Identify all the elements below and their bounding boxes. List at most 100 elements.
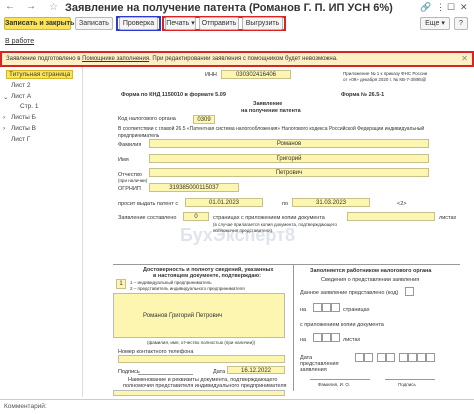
tree-item-sheet-a[interactable]: Лист А: [11, 93, 31, 100]
sheet-tree: Титульная страница Лист 2 ⌄ Лист А Стр. …: [0, 67, 83, 397]
assistant-link[interactable]: Помощнике заполнения: [82, 56, 149, 62]
date-cell-7[interactable]: [417, 353, 426, 362]
fio-line: [310, 379, 370, 380]
composed-mid: страницах с приложением копии документа: [213, 215, 325, 221]
save-and-close-button[interactable]: Записать и закрыть: [4, 17, 74, 30]
fio-note: (фамилия, имя, отчество полностью (при н…: [147, 340, 256, 345]
patronymic-field[interactable]: Петрович: [149, 168, 429, 177]
tax-code-field[interactable]: 0309: [193, 115, 215, 124]
alert-banner: Заявление подготовлено в Помощнике запол…: [0, 51, 474, 67]
date-cell-3[interactable]: [377, 353, 386, 362]
right-col-title: Заполняется работником налогового органа: [310, 268, 432, 274]
form-number: Форма № 26.5-1: [341, 92, 385, 98]
tree-item-title-page[interactable]: Титульная страница: [6, 70, 74, 79]
signer-type-field[interactable]: 1: [116, 279, 126, 289]
date-cell-6[interactable]: [408, 353, 417, 362]
chevron-right-icon: ›: [3, 125, 6, 132]
date-cell-1[interactable]: [355, 353, 364, 362]
inn-field[interactable]: 030302416406: [221, 70, 291, 79]
title-bar: ← → ☆ Заявление на получение патента (Ро…: [0, 0, 474, 17]
composed-pages-field[interactable]: 0: [183, 212, 209, 221]
phone-field[interactable]: [118, 355, 285, 363]
on-label-2: на: [300, 337, 307, 343]
date-cell-2[interactable]: [364, 353, 373, 362]
back-arrow-icon[interactable]: ←: [5, 1, 15, 12]
tree-expander-b[interactable]: ›: [3, 114, 5, 121]
signer-opt-2: 2 – представитель индивидуального предпр…: [130, 286, 245, 291]
tree-item-sheets-b[interactable]: Листы Б: [11, 114, 36, 121]
tree-expander-v[interactable]: ›: [3, 125, 5, 132]
form-page: БухЭксперт8 ИНН 030302416406 Приложение …: [85, 67, 474, 397]
pages-label: страницах: [343, 307, 370, 313]
name-field[interactable]: Григорий: [149, 154, 429, 163]
chevron-down-icon: ⌄: [3, 94, 9, 101]
left-col-title-2: в настоящем документе, подтверждаю:: [153, 273, 261, 279]
more-button[interactable]: Еще ▾: [420, 17, 450, 30]
tree-item-sheets-v[interactable]: Листы В: [11, 125, 36, 132]
upload-button[interactable]: Выгрузить: [242, 17, 283, 30]
pages-cell-3[interactable]: [331, 303, 340, 312]
comment-bar[interactable]: Комментарий:: [0, 399, 474, 414]
period-to-field[interactable]: 31.03.2023: [292, 198, 370, 207]
sheets-cell-2[interactable]: [322, 333, 331, 342]
status-link[interactable]: В работе: [5, 38, 34, 45]
print-button[interactable]: Печать ▾: [165, 17, 196, 30]
close-icon[interactable]: ✕: [461, 53, 468, 65]
tax-code-label: Код налогового органа: [118, 116, 176, 122]
pages-cell-1[interactable]: [313, 303, 322, 312]
on-label: на: [300, 307, 307, 313]
copy-label: с приложением копии документа: [300, 322, 384, 328]
order-text-1: Приложение № 1 к приказу ФНС России: [343, 71, 428, 76]
print-label: Печать: [166, 20, 190, 27]
date-cell-5[interactable]: [399, 353, 408, 362]
date-cell-8[interactable]: [426, 353, 435, 362]
ogrnip-field[interactable]: 319385000115037: [149, 183, 239, 192]
more-dots-icon[interactable]: ⋮: [436, 2, 445, 13]
period-to-label: по: [282, 201, 289, 207]
sheets-field[interactable]: [347, 212, 435, 221]
ogrnip-label: ОГРНИП: [118, 186, 141, 192]
name-label: Имя: [118, 157, 129, 163]
maximize-icon[interactable]: ☐: [447, 2, 455, 13]
forward-arrow-icon[interactable]: →: [26, 1, 36, 12]
period-label: просит выдать патент с: [118, 201, 179, 207]
right-sub: Сведения о представлении заявления: [321, 277, 420, 283]
more-label: Еще: [425, 20, 440, 27]
chevron-down-icon: ▾: [441, 20, 445, 27]
help-button[interactable]: ?: [454, 17, 468, 30]
order-text-2: от «09» декабря 2020 г. № КВ-7-3/895@: [343, 77, 427, 82]
toolbar: Записать и закрыть Записать Проверка Печ…: [0, 16, 474, 33]
sign-label: Подпись: [118, 369, 140, 375]
save-button[interactable]: Записать: [75, 17, 113, 30]
surname-label: Фамилия: [118, 142, 142, 148]
heading-1: Заявление: [253, 101, 283, 107]
pages-cell-2[interactable]: [322, 303, 331, 312]
window-title: Заявление на получение патента (Романов …: [65, 2, 393, 14]
surname-field[interactable]: Романов: [149, 139, 429, 148]
sheets-label: листах: [439, 215, 457, 221]
tree-item-sheet-g[interactable]: Лист Г: [11, 136, 30, 143]
sheets2-label: листах: [343, 337, 361, 343]
law-text: В соответствии с главой 26.5 «Патентная …: [118, 126, 425, 139]
knd-label: Форма по КНД 1150010 в формате 5.09: [121, 92, 226, 98]
sheets-cell-1[interactable]: [313, 333, 322, 342]
composed-note: (в случае прилагается копия документа, п…: [213, 222, 337, 233]
favorite-star-icon[interactable]: ☆: [49, 2, 58, 13]
period-from-field[interactable]: 01.01.2023: [185, 198, 263, 207]
doc-field[interactable]: [113, 390, 285, 396]
tree-expander-a[interactable]: ⌄: [3, 93, 8, 101]
check-button[interactable]: Проверка: [119, 17, 158, 30]
signer-name: Романов Григорий Петрович: [143, 313, 223, 319]
date-cell-4[interactable]: [386, 353, 395, 362]
sign-date-field[interactable]: 16.12.2022: [227, 366, 285, 374]
close-icon[interactable]: ✕: [460, 2, 468, 13]
filing-code-cell[interactable]: [405, 287, 414, 296]
alert-text-suffix: . При редактировании заявления с помощни…: [149, 56, 338, 62]
inn-label: ИНН: [205, 72, 217, 78]
send-button[interactable]: Отправить: [199, 17, 239, 30]
tree-item-page-1[interactable]: Стр. 1: [20, 103, 39, 110]
sheets-cell-3[interactable]: [331, 333, 340, 342]
link-icon[interactable]: 🔗: [420, 2, 431, 13]
tree-item-sheet-2[interactable]: Лист 2: [11, 82, 31, 89]
patronymic-note: (при наличии): [118, 178, 148, 183]
